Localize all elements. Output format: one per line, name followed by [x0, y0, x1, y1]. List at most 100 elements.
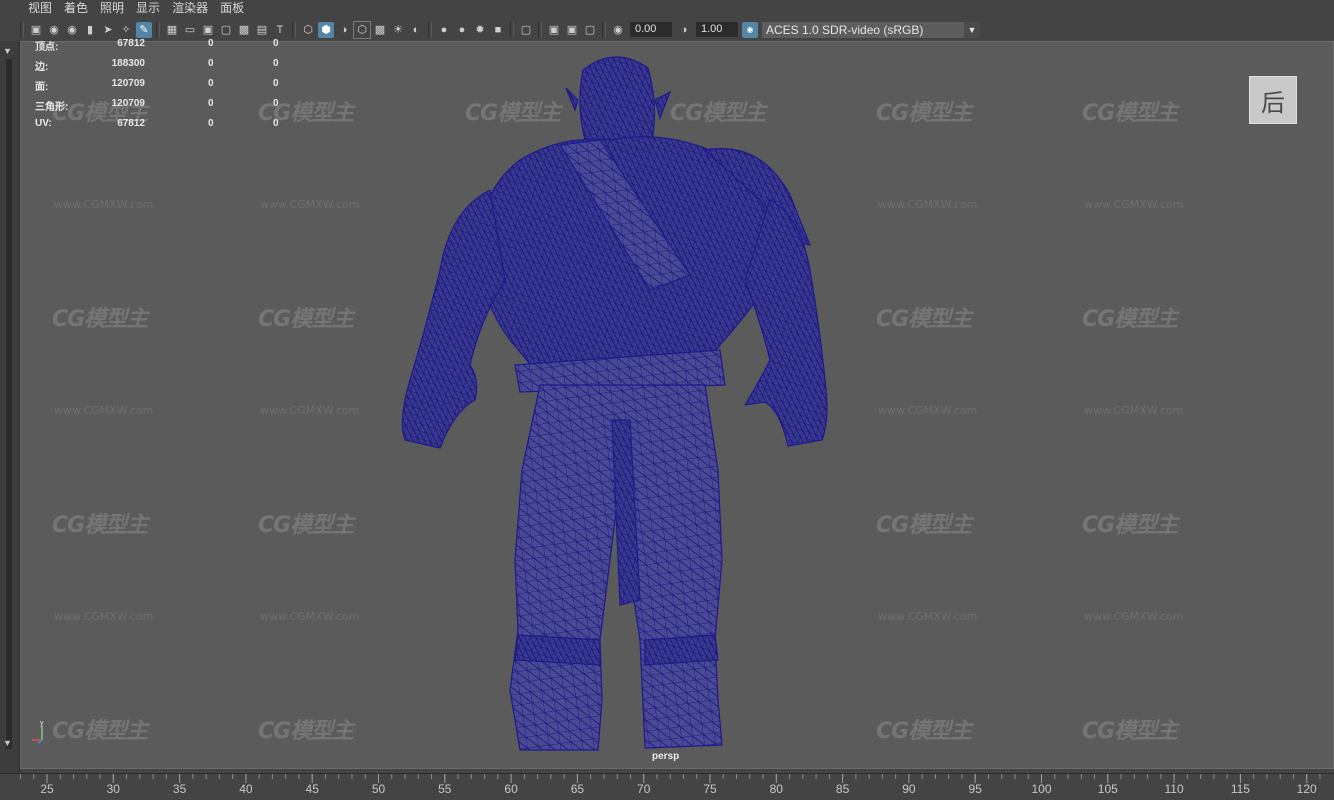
scrollbar[interactable]	[6, 59, 12, 749]
grid-icon[interactable]: ▦	[164, 22, 180, 38]
pencil-icon[interactable]: ✎	[136, 21, 152, 38]
smooth-shade-icon[interactable]: ⬢	[318, 21, 334, 38]
grease-pencil-icon[interactable]: ✧	[118, 22, 134, 38]
view-transform-value: ACES 1.0 SDR-video (sRGB)	[766, 22, 924, 37]
hud-label: 边:	[35, 62, 49, 73]
hud-row-edges: 边: 188300 0 0	[35, 58, 295, 78]
timeline-tick-label: 45	[306, 782, 320, 796]
hud-label: 面:	[35, 82, 49, 93]
default-material-icon[interactable]: ◑	[336, 22, 352, 38]
timeline-ruler[interactable]: 25 30 35 40 45 50 55 60 65 70 75 80 85 90 95 100 105 110 1…	[0, 774, 1334, 800]
timeline-tick-label: 55	[438, 782, 452, 796]
hud-value: 0	[208, 118, 214, 129]
hud-value: 0	[208, 38, 214, 49]
timeline-tick-label: 115	[1231, 782, 1250, 796]
xray-icon[interactable]: ▩	[372, 22, 388, 38]
timeline-tick-label: 25	[40, 782, 54, 796]
hud-row-vertices: 顶点: 67812 0 0	[35, 38, 295, 58]
timeline-tick-label: 110	[1165, 782, 1184, 796]
hud-value: 0	[273, 118, 279, 129]
timeline-tick-label: 50	[372, 782, 386, 796]
view-cube[interactable]: 后	[1249, 76, 1297, 124]
wireframe-on-shaded-icon[interactable]: ⬡	[353, 20, 371, 39]
shadows-icon[interactable]: ◐	[408, 22, 424, 38]
xray-active-icon[interactable]: ▣	[564, 22, 580, 38]
panel-menu-bar: 视图 着色 照明 显示 渲染器 面板	[0, 0, 1334, 17]
exposure-field[interactable]: 0.00	[630, 22, 672, 37]
toolbar-separator	[428, 21, 432, 38]
use-all-lights-icon[interactable]: ☀	[390, 22, 406, 38]
hud-row-triangles: 三角形: 120709 0 0	[35, 98, 295, 118]
triangle-down-icon[interactable]: ▼	[3, 738, 12, 748]
toolbar-separator	[156, 21, 160, 38]
resolution-gate-icon[interactable]: ▣	[200, 22, 216, 38]
menu-view[interactable]: 视图	[22, 0, 58, 17]
exposure-icon[interactable]: ◉	[610, 22, 626, 38]
hud-value: 0	[273, 58, 279, 69]
timeline-tick-label: 100	[1031, 782, 1051, 796]
gamma-icon[interactable]: ◑	[676, 22, 692, 38]
motion-blur-icon[interactable]: ●	[454, 22, 470, 38]
film-gate-icon[interactable]: ▭	[182, 22, 198, 38]
wireframe-icon[interactable]: ⬡	[300, 22, 316, 38]
depth-of-field-icon[interactable]: ■	[490, 22, 506, 38]
view-transform-dropdown[interactable]: ACES 1.0 SDR-video (sRGB) ▼	[762, 21, 980, 38]
toolbar-separator	[292, 21, 296, 38]
toolbar-separator	[538, 21, 542, 38]
timeline-tick-label: 40	[239, 782, 253, 796]
axis-y-label: y	[40, 720, 44, 727]
menu-show[interactable]: 显示	[130, 0, 166, 17]
timeline-tick-label: 120	[1297, 782, 1317, 796]
timeline-tick-label: 70	[637, 782, 651, 796]
screen-space-ao-icon[interactable]: ●	[436, 22, 452, 38]
hud-value: 120709	[111, 78, 145, 89]
3d-viewport[interactable]: CG模型主 CG模型主 CG模型主 CG模型主 CG模型主 CG模型主 www.…	[20, 41, 1334, 769]
field-chart-icon[interactable]: ▩	[236, 22, 252, 38]
select-camera-icon[interactable]: ▣	[28, 22, 44, 38]
axis-gizmo: y	[32, 720, 44, 744]
character-wireframe-mesh[interactable]	[20, 41, 1334, 769]
menu-renderer[interactable]: 渲染器	[166, 0, 214, 17]
multisample-aa-icon[interactable]: ✹	[472, 22, 488, 38]
poly-count-hud: 顶点: 67812 0 0 边: 188300 0 0 面: 120709 0 …	[35, 38, 295, 138]
safe-title-icon[interactable]: T	[272, 22, 288, 38]
gamma-field[interactable]: 1.00	[696, 22, 738, 37]
2d-pan-zoom-icon[interactable]: ➤	[100, 22, 116, 38]
timeline-tick-label: 65	[571, 782, 585, 796]
xray-joints-icon[interactable]: ▣	[546, 22, 562, 38]
hud-value: 0	[208, 58, 214, 69]
hud-value: 188300	[111, 58, 145, 69]
frame-all-icon[interactable]: ▢	[582, 22, 598, 38]
toolbar-separator	[20, 21, 24, 38]
gate-mask-icon[interactable]: ▢	[218, 22, 234, 38]
timeline-tick-label: 75	[703, 782, 717, 796]
hud-value: 0	[208, 78, 214, 89]
triangle-down-icon[interactable]: ▼	[3, 46, 12, 56]
menu-lighting[interactable]: 照明	[94, 0, 130, 17]
safe-action-icon[interactable]: ▤	[254, 22, 270, 38]
timeline-tick-label: 85	[836, 782, 850, 796]
timeline-tick-label: 95	[969, 782, 983, 796]
time-slider[interactable]: 25 30 35 40 45 50 55 60 65 70 75 80 85 90 95 100 105 110 1…	[0, 773, 1334, 800]
timeline-tick-label: 35	[173, 782, 187, 796]
hud-label: 三角形:	[35, 102, 69, 113]
timeline-tick-label: 30	[107, 782, 121, 796]
mesh-head	[579, 56, 656, 151]
camera-attributes-icon[interactable]: ◉	[46, 22, 62, 38]
hud-row-faces: 面: 120709 0 0	[35, 78, 295, 98]
toolbar-separator	[510, 21, 514, 38]
image-plane-icon[interactable]: ▮	[82, 22, 98, 38]
hud-value: 0	[273, 38, 279, 49]
chevron-down-icon: ▼	[964, 21, 980, 38]
timeline-tick-label: 80	[770, 782, 784, 796]
menu-panels[interactable]: 面板	[214, 0, 250, 17]
isolate-select-icon[interactable]: ▢	[518, 22, 534, 38]
toolbar-separator	[602, 21, 606, 38]
hud-value: 0	[208, 98, 214, 109]
hud-value: 0	[273, 98, 279, 109]
hud-label: 顶点:	[35, 42, 59, 53]
bookmark-icon[interactable]: ◉	[64, 22, 80, 38]
hud-label: UV:	[35, 118, 52, 129]
menu-shading[interactable]: 着色	[58, 0, 94, 17]
color-management-toggle-icon[interactable]: ◉	[742, 21, 758, 38]
